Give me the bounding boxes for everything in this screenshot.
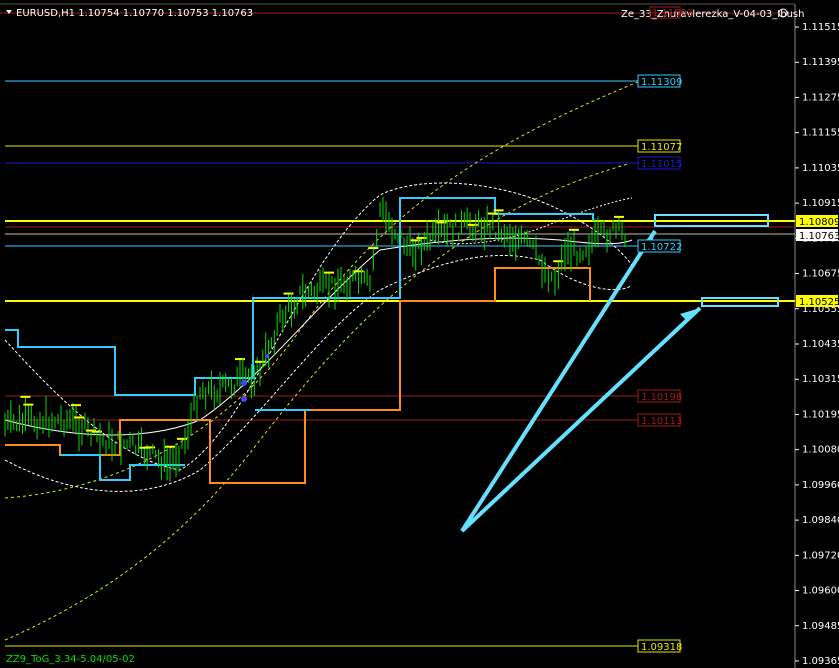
- price-axis-label: 1.09485: [802, 621, 839, 632]
- price-tag-text: 1.10198: [641, 392, 682, 403]
- signal-dot: [265, 354, 269, 358]
- price-axis-label: 1.10315: [802, 374, 839, 385]
- price-tag-text: 1.11309: [641, 77, 682, 88]
- price-axis-label: 1.11395: [802, 57, 839, 68]
- price-axis-label: 1.09600: [802, 586, 839, 597]
- price-tag-text: 1.10113: [641, 416, 682, 427]
- price-axis-label: 1.11155: [802, 128, 839, 139]
- price-axis-label: 1.11275: [802, 92, 839, 103]
- price-axis-label: 1.11035: [802, 163, 839, 174]
- price-axis-label: 1.09720: [802, 550, 839, 561]
- signal-dot: [241, 396, 247, 402]
- axis-tag-text: 1.10763: [799, 231, 839, 242]
- price-chart[interactable]: EURUSD,H1 1.10754 1.10770 1.10753 1.1076…: [0, 0, 839, 668]
- price-axis-label: 1.09365: [802, 656, 839, 667]
- axis-tag-text: 1.10525: [799, 297, 839, 308]
- price-axis-label: 1.10915: [802, 198, 839, 209]
- symbol-info: EURUSD,H1 1.10754 1.10770 1.10753 1.1076…: [16, 8, 253, 19]
- signal-dot: [241, 380, 247, 386]
- price-axis-label: 1.09840: [802, 515, 839, 526]
- price-tag-text: 1.11015: [641, 159, 682, 170]
- price-axis-label: 1.09960: [802, 480, 839, 491]
- price-tag-text: 1.09318: [641, 642, 682, 653]
- price-axis-label: 1.11515: [802, 22, 839, 33]
- top-price-tag-text: 1.11593: [652, 8, 693, 19]
- price-axis-label: 1.10675: [802, 269, 839, 280]
- price-tag-text: 1.10722: [641, 242, 682, 253]
- price-axis-label: 1.10435: [802, 339, 839, 350]
- price-axis-label: 1.10195: [802, 409, 839, 420]
- axis-tag-text: 1.10809: [799, 217, 839, 228]
- bottom-left-label: ZZ9_ToG_3.34-5.04/05-02: [6, 654, 135, 665]
- chart-background: [0, 0, 839, 668]
- indicator-label: Ze_33_Zhuravlerezka_V-04-03_Ibush: [621, 9, 804, 20]
- price-tag-text: 1.11077: [641, 142, 682, 153]
- price-axis-label: 1.10080: [802, 445, 839, 456]
